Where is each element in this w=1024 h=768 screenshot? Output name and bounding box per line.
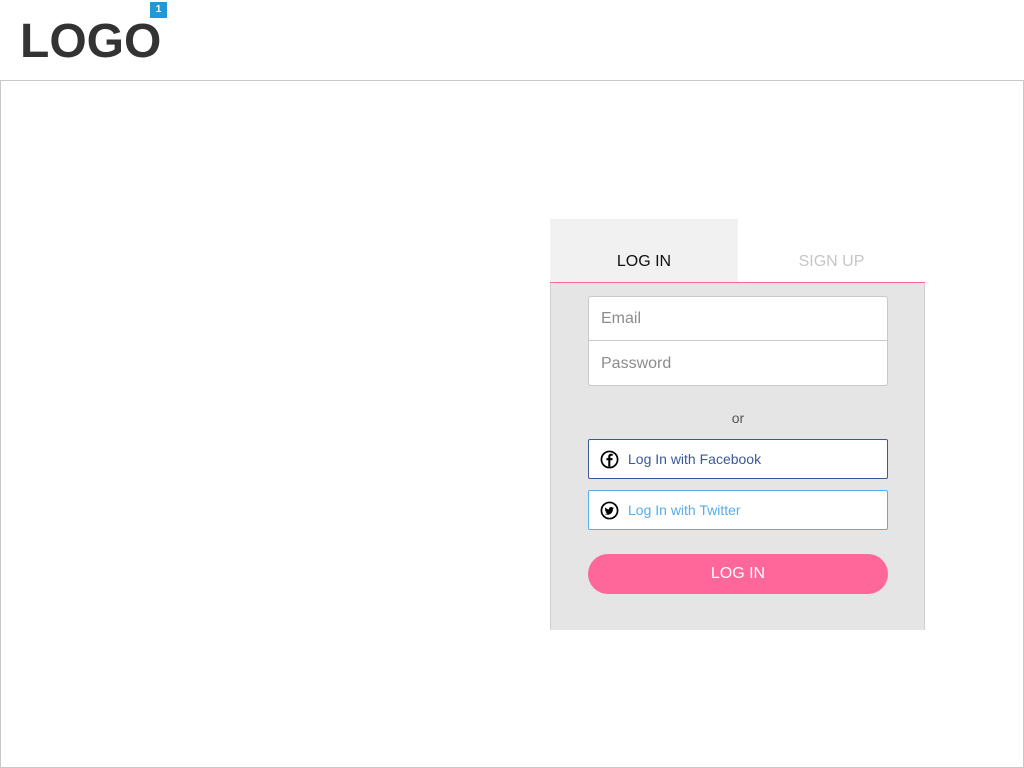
log-in-button[interactable]: LOG IN [588, 554, 888, 594]
facebook-icon [600, 450, 619, 469]
twitter-login-button[interactable]: Log In with Twitter [588, 490, 888, 530]
main-content: LOG IN SIGN UP or Log In with Facebook [0, 80, 1024, 768]
or-divider-text: or [731, 410, 745, 426]
notification-badge: 1 [150, 2, 167, 18]
tab-log-in[interactable]: LOG IN [550, 219, 738, 282]
tab-sign-up[interactable]: SIGN UP [738, 219, 925, 282]
logo[interactable]: LOGO [20, 14, 161, 70]
login-panel: or Log In with Facebook Log In with Twit… [550, 283, 925, 630]
auth-card: LOG IN SIGN UP or Log In with Facebook [550, 219, 925, 630]
page-header: LOGO 1 [0, 0, 1024, 80]
twitter-login-label: Log In with Twitter [628, 502, 741, 518]
password-field[interactable] [589, 342, 887, 386]
email-field[interactable] [589, 297, 887, 341]
twitter-icon [600, 501, 619, 520]
facebook-login-button[interactable]: Log In with Facebook [588, 439, 888, 479]
auth-tabs: LOG IN SIGN UP [550, 219, 925, 283]
credentials-field-group [588, 296, 888, 386]
facebook-login-label: Log In with Facebook [628, 451, 762, 467]
